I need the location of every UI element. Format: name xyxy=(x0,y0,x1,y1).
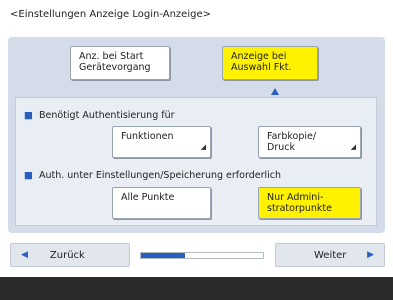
admin-items-button[interactable]: Nur Admini- stratorpunkte xyxy=(258,187,361,219)
progress-fill xyxy=(141,253,185,258)
next-label: Weiter xyxy=(314,249,347,261)
admin-items-line2: stratorpunkte xyxy=(267,203,332,214)
settings-section-text: Auth. unter Einstellungen/Speicherung er… xyxy=(38,170,282,181)
auth-section-text: Benötigt Authentisierung für xyxy=(38,110,175,121)
submenu-triangle-icon: ◢ xyxy=(350,143,356,151)
submenu-triangle-icon: ◢ xyxy=(200,143,206,151)
select-display-button[interactable]: Anzeige bei Auswahl Fkt. xyxy=(222,46,318,80)
colorcopy-line2: Druck xyxy=(267,142,295,153)
select-display-line1: Anzeige bei xyxy=(231,51,287,62)
back-button[interactable]: ◀ Zurück xyxy=(10,243,130,267)
back-label: Zurück xyxy=(49,249,85,261)
colorcopy-line1: Farbkopie/ xyxy=(267,131,317,142)
next-button[interactable]: Weiter ▶ xyxy=(275,243,385,267)
bullet-icon: ■ xyxy=(24,110,33,121)
all-items-button[interactable]: Alle Punkte xyxy=(112,187,211,219)
functions-button[interactable]: Funktionen ◢ xyxy=(112,126,211,158)
status-bar xyxy=(0,277,393,300)
all-items-label: Alle Punkte xyxy=(121,192,175,203)
colorcopy-print-button[interactable]: Farbkopie/ Druck ◢ xyxy=(258,126,361,158)
right-arrow-icon: ▶ xyxy=(367,250,374,260)
bullet-icon: ■ xyxy=(24,170,33,181)
left-arrow-icon: ◀ xyxy=(21,250,28,260)
start-display-line2: Gerätevorgang xyxy=(79,62,151,73)
auth-section-label: ■ Benötigt Authentisierung für xyxy=(24,110,175,121)
progress-bar xyxy=(140,252,264,259)
functions-label: Funktionen xyxy=(121,131,174,142)
settings-section-label: ■ Auth. unter Einstellungen/Speicherung e… xyxy=(24,170,281,181)
admin-items-line1: Nur Admini- xyxy=(267,192,324,203)
start-display-button[interactable]: Anz. bei Start Gerätevorgang xyxy=(70,46,170,80)
up-arrow-icon xyxy=(271,88,279,95)
select-display-line2: Auswahl Fkt. xyxy=(231,62,292,73)
start-display-line1: Anz. bei Start xyxy=(79,51,144,62)
screen-title: <Einstellungen Anzeige Login-Anzeige> xyxy=(10,9,211,20)
